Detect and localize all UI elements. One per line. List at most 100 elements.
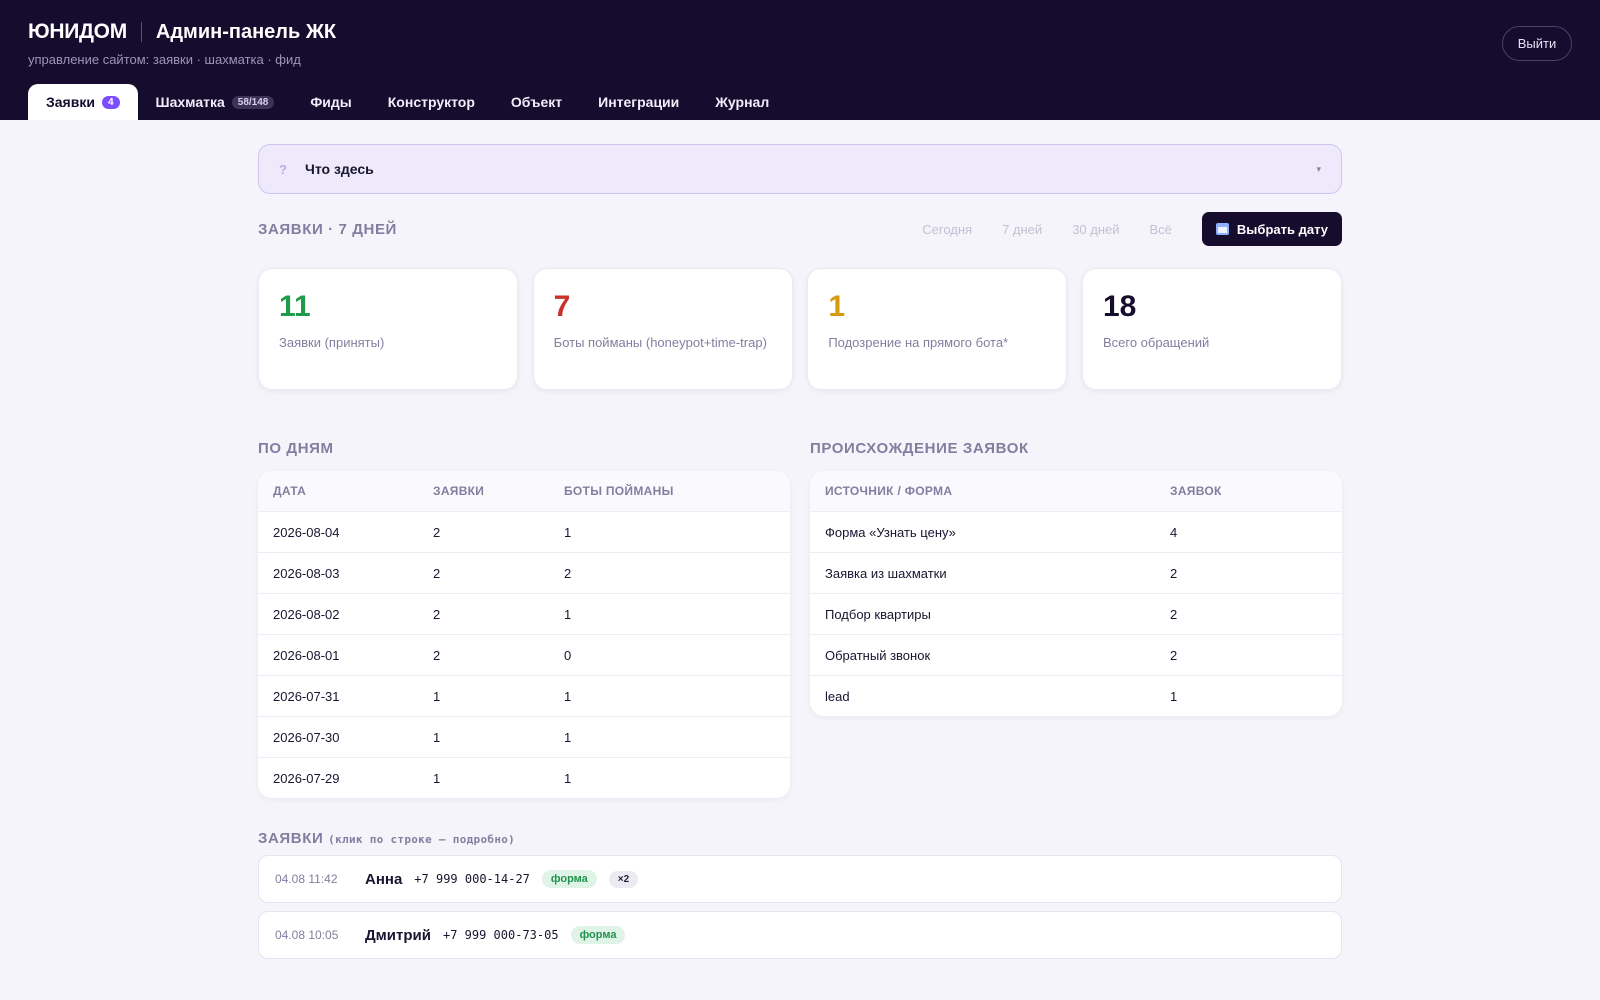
cell-leads: 2 (433, 606, 441, 622)
period-30-days[interactable]: 30 дней (1072, 222, 1119, 237)
cell-bots: 1 (564, 524, 572, 540)
column-header: БОТЫ ПОЙМАНЫ (564, 484, 674, 498)
lead-name: Анна (365, 870, 403, 888)
lead-phone: +7 999 000-73-05 (442, 928, 559, 942)
section-title: ЗАЯВКИ (258, 830, 324, 847)
lead-tag-badge: форма (570, 926, 626, 944)
tab-label: Шахматка (155, 94, 225, 110)
cell-count: 4 (1170, 524, 1178, 540)
page-subtitle: управление сайтом: заявки · шахматка · ф… (28, 52, 301, 67)
table-row: Подбор квартиры 2 (810, 593, 1342, 634)
cell-leads: 2 (433, 524, 441, 540)
cell-source: Подбор квартиры (825, 606, 931, 622)
column-header: ЗАЯВОК (1170, 484, 1222, 498)
cell-bots: 1 (564, 770, 572, 786)
tab-label: Заявки (46, 94, 95, 110)
brand-logo: ЮНИДОМ (28, 20, 127, 43)
stat-value: 11 (279, 290, 311, 323)
chevron-down-icon: ▾ (1316, 163, 1321, 174)
period-7-days[interactable]: 7 дней (1002, 222, 1042, 237)
table-row: 2026-07-30 1 1 (258, 716, 790, 757)
cell-bots: 1 (564, 606, 572, 622)
main-tabs: Заявки 4 Шахматка 58/148 Фиды Конструкто… (28, 84, 787, 120)
table-row: 2026-08-03 2 2 (258, 552, 790, 593)
help-label: Что здесь (305, 161, 374, 177)
lead-row[interactable]: 04.08 11:42 Анна +7 999 000-14-27 форма ×2 (258, 855, 1342, 903)
tab-feeds[interactable]: Фиды (292, 84, 369, 120)
lead-time: 04.08 11:42 (275, 872, 338, 886)
cell-date: 2026-07-31 (273, 688, 340, 704)
table-row: Форма «Узнать цену» 4 (810, 511, 1342, 552)
cell-date: 2026-08-01 (273, 647, 340, 663)
tab-integrations[interactable]: Интеграции (580, 84, 697, 120)
stat-value: 18 (1102, 290, 1137, 323)
cell-leads: 1 (433, 770, 441, 786)
cell-source: Форма «Узнать цену» (825, 524, 956, 540)
tab-label: Фиды (310, 94, 352, 110)
tables-row: ПО ДНЯМ ДАТА ЗАЯВКИ БОТЫ ПОЙМАНЫ 2026-08… (258, 440, 1342, 798)
duplicate-badge: ×2 (608, 870, 639, 888)
stat-card-total: 18 Всего обращений (1081, 268, 1342, 390)
table-row: Обратный звонок 2 (810, 634, 1342, 675)
table-row: Заявка из шахматки 2 (810, 552, 1342, 593)
tab-constructor[interactable]: Конструктор (370, 84, 493, 120)
lead-tag-badge: форма (541, 870, 597, 888)
table-row: 2026-08-01 2 0 (258, 634, 790, 675)
stat-label: Боты пойманы (honeypot+time-trap) (553, 335, 767, 350)
tab-badge: 4 (101, 95, 120, 109)
logout-button[interactable]: Выйти (1502, 26, 1572, 61)
stat-label: Заявки (приняты) (279, 335, 385, 350)
stat-card-bots: 7 Боты пойманы (honeypot+time-trap) (532, 268, 793, 390)
table-row: 2026-07-31 1 1 (258, 675, 790, 716)
cell-count: 2 (1170, 647, 1178, 663)
cell-bots: 1 (564, 729, 572, 745)
cell-leads: 1 (433, 688, 441, 704)
pick-date-label: Выбрать дату (1236, 221, 1328, 237)
cell-bots: 1 (564, 688, 572, 704)
origin-table: ИСТОЧНИК / ФОРМА ЗАЯВОК Форма «Узнать це… (810, 471, 1342, 716)
tab-leads[interactable]: Заявки 4 (28, 84, 138, 120)
cell-count: 2 (1170, 606, 1178, 622)
column-header: ЗАЯВКИ (433, 484, 485, 498)
tab-label: Интеграции (598, 94, 680, 110)
table-body: 2026-08-04 2 1 2026-08-03 2 2 2026-08-02 2 1 2026… (258, 511, 790, 798)
column-header: ИСТОЧНИК / ФОРМА (825, 484, 953, 498)
column-header: ДАТА (273, 484, 307, 498)
table-header: ИСТОЧНИК / ФОРМА ЗАЯВОК (810, 471, 1342, 511)
calendar-icon (1215, 223, 1229, 235)
cell-count: 1 (1170, 688, 1178, 704)
cell-date: 2026-07-30 (273, 729, 340, 745)
by-day-section: ПО ДНЯМ ДАТА ЗАЯВКИ БОТЫ ПОЙМАНЫ 2026-08… (258, 440, 790, 798)
lead-row[interactable]: 04.08 10:05 Дмитрий +7 999 000-73-05 форма (258, 911, 1342, 959)
tab-chess[interactable]: Шахматка 58/148 (138, 84, 293, 120)
cell-leads: 1 (433, 729, 441, 745)
tab-journal[interactable]: Журнал (697, 84, 787, 120)
period-today[interactable]: Сегодня (922, 222, 972, 237)
tab-object[interactable]: Объект (493, 84, 580, 120)
stat-label: Всего обращений (1102, 335, 1210, 350)
stat-value: 1 (828, 290, 845, 323)
tab-label: Объект (510, 94, 563, 110)
cell-date: 2026-08-02 (273, 606, 340, 622)
stat-card-accepted: 11 Заявки (приняты) (258, 268, 518, 390)
cell-bots: 0 (564, 647, 572, 663)
pick-date-button[interactable]: Выбрать дату (1201, 212, 1342, 246)
cell-date: 2026-08-04 (273, 524, 340, 540)
cell-date: 2026-08-03 (273, 565, 340, 581)
table-header: ДАТА ЗАЯВКИ БОТЫ ПОЙМАНЫ (258, 471, 790, 511)
cell-source: Обратный звонок (825, 647, 931, 663)
section-title: ПО ДНЯМ (258, 440, 334, 457)
stat-label: Подозрение на прямого бота* (828, 335, 1009, 350)
table-row: 2026-07-29 1 1 (258, 757, 790, 798)
stat-value: 7 (553, 290, 571, 323)
table-row: 2026-08-02 2 1 (258, 593, 790, 634)
period-all[interactable]: Всё (1150, 222, 1172, 237)
stat-card-suspected: 1 Подозрение на прямого бота* (807, 268, 1068, 390)
leads-period-bar: ЗАЯВКИ · 7 ДНЕЙ Сегодня 7 дней 30 дней В… (258, 212, 1342, 246)
leads-list-title: ЗАЯВКИ (клик по строке — подробно) (258, 830, 1342, 847)
question-icon: ? (279, 161, 287, 177)
help-accordion[interactable]: ? Что здесь ▾ (258, 144, 1342, 194)
origin-section: ПРОИСХОЖДЕНИЕ ЗАЯВОК ИСТОЧНИК / ФОРМА ЗА… (810, 440, 1342, 798)
table-row: 2026-08-04 2 1 (258, 511, 790, 552)
cell-source: lead (825, 688, 850, 704)
